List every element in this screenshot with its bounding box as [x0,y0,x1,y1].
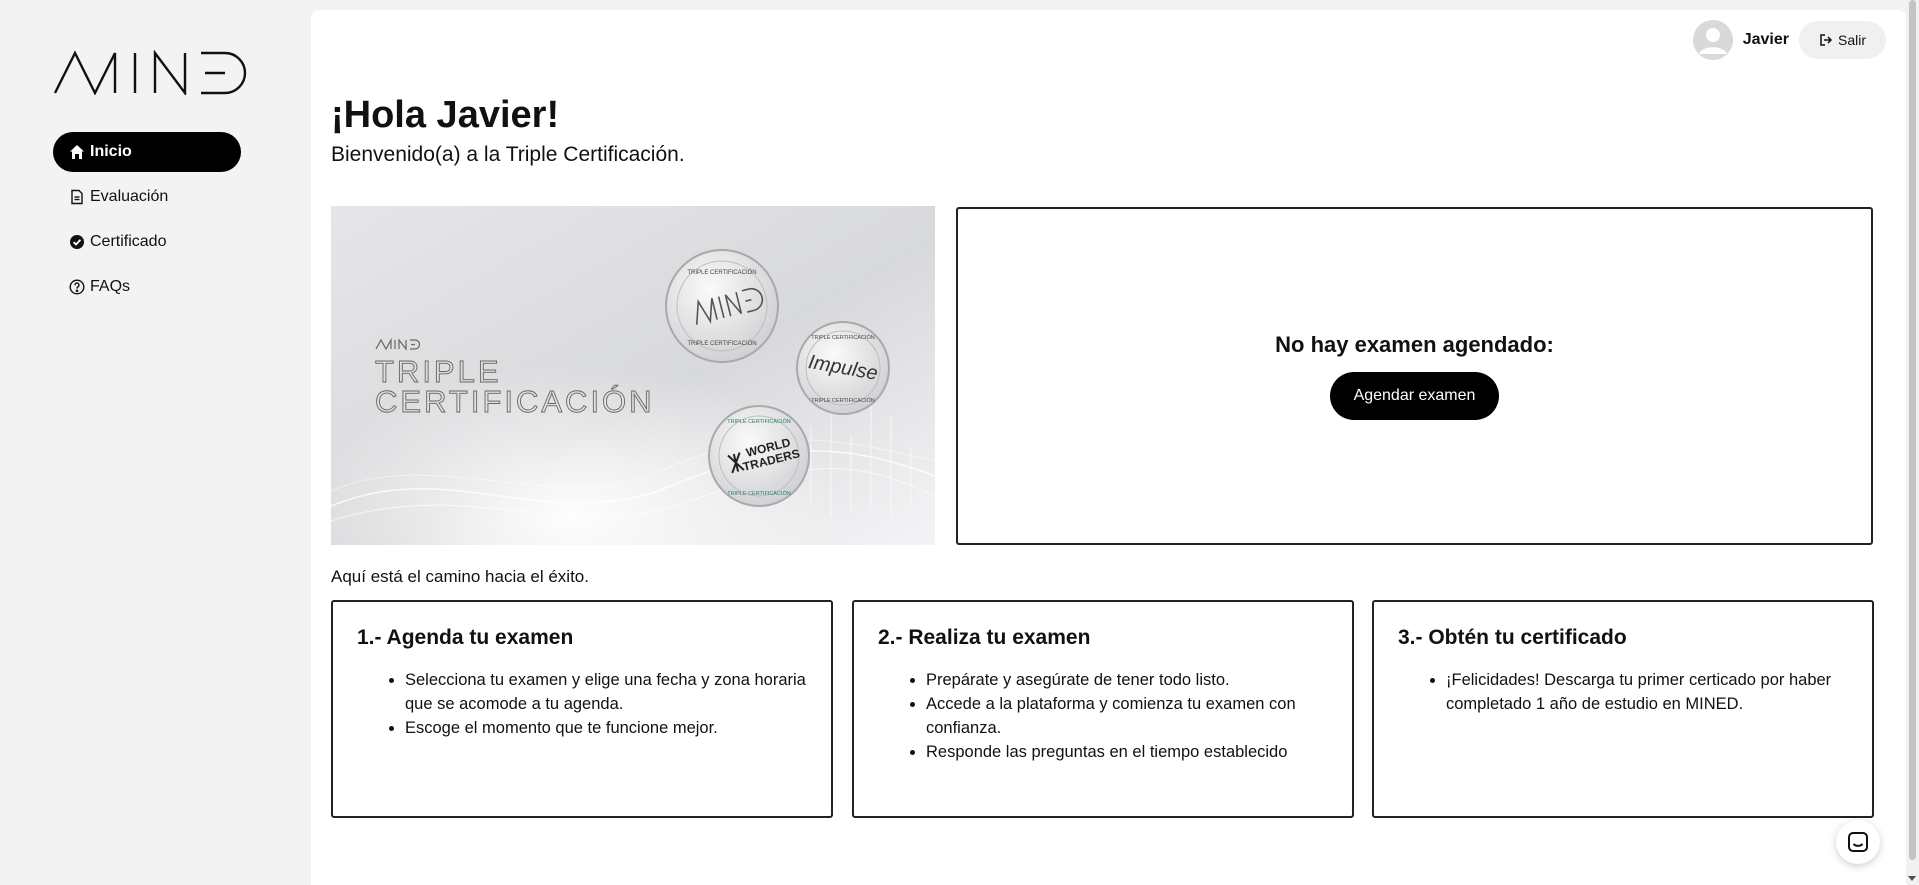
logout-icon [1820,34,1833,46]
svg-text:TRIPLE CERTIFICACIÓN: TRIPLE CERTIFICACIÓN [811,397,874,404]
list-item: ¡Felicidades! Descarga tu primer certica… [1446,668,1848,716]
sidebar-item-evaluacion[interactable]: Evaluación [53,177,241,217]
step-card-2: 2.- Realiza tu examen Prepárate y asegúr… [852,600,1354,818]
svg-text:TRIPLE CERTIFICACIÓN: TRIPLE CERTIFICACIÓN [687,269,756,276]
document-icon [71,189,83,205]
exam-status-card: No hay examen agendado: Agendar examen [956,207,1873,545]
svg-text:TRIPLE CERTIFICACIÓN: TRIPLE CERTIFICACIÓN [687,340,756,347]
step-list: Selecciona tu examen y elige una fecha y… [357,668,807,740]
exam-status-title: No hay examen agendado: [1275,332,1554,357]
page-title: ¡Hola Javier! [331,94,560,136]
avatar[interactable] [1692,20,1733,60]
world-traders-seal: TRIPLE CERTIFICACIÓN TRIPLE CERTIFICACIÓ… [708,405,810,507]
step-card-3: 3.- Obtén tu certificado ¡Felicidades! D… [1372,600,1874,818]
sidebar: Inicio Evaluación Certificado FAQs [0,0,310,885]
svg-text:TRIPLE CERTIFICACIÓN: TRIPLE CERTIFICACIÓN [727,418,790,425]
triple-certification-banner: TRIPLE CERTIFICACIÓN TRIPLE CERTIFICACIÓ… [331,206,935,545]
sidebar-item-label: Evaluación [90,188,169,205]
svg-text:TRIPLE CERTIFICACIÓN: TRIPLE CERTIFICACIÓN [727,490,790,497]
home-icon [70,145,84,159]
path-intro: Aquí está el camino hacia el éxito. [331,567,589,586]
list-item: Accede a la plataforma y comienza tu exa… [926,692,1328,740]
impulse-seal: TRIPLE CERTIFICACIÓN TRIPLE CERTIFICACIÓ… [796,321,890,415]
list-item: Escoge el momento que te funcione mejor. [405,716,807,740]
list-item: Responde las preguntas en el tiempo esta… [926,740,1328,764]
sidebar-item-label: FAQs [90,278,131,295]
schedule-exam-button[interactable]: Agendar examen [1329,372,1500,420]
step-title: 2.- Realiza tu examen [878,626,1091,649]
logout-label: Salir [1837,32,1866,48]
page-subtitle: Bienvenido(a) a la Triple Certificación. [331,143,685,166]
scroll-down-arrow-icon[interactable] [1908,876,1916,881]
chat-launcher-button[interactable] [1836,820,1880,864]
user-icon [1692,20,1733,60]
main-panel: Javier Salir ¡Hola Javier! Bienvenido(a)… [311,10,1906,885]
step-title: 1.- Agenda tu examen [357,626,574,649]
sidebar-item-faqs[interactable]: FAQs [53,267,241,307]
page-scrollbar[interactable] [1906,0,1919,885]
sidebar-item-certificado[interactable]: Certificado [53,222,241,262]
mined-logo[interactable] [53,50,247,95]
check-circle-icon [70,235,84,249]
sidebar-nav: Inicio Evaluación Certificado FAQs [53,132,241,312]
user-name: Javier [1742,31,1789,48]
question-circle-icon [69,279,85,295]
user-bar: Javier Salir [1692,20,1886,60]
chat-icon [1848,832,1868,852]
svg-text:TRIPLE CERTIFICACIÓN: TRIPLE CERTIFICACIÓN [811,334,874,341]
step-list: ¡Felicidades! Descarga tu primer certica… [1398,668,1848,716]
list-item: Selecciona tu examen y elige una fecha y… [405,668,807,716]
mined-seal: TRIPLE CERTIFICACIÓN TRIPLE CERTIFICACIÓ… [665,249,779,363]
step-title: 3.- Obtén tu certificado [1398,626,1627,649]
sidebar-item-label: Certificado [90,233,167,250]
sidebar-item-label: Inicio [90,143,132,160]
scrollbar-thumb[interactable] [1909,0,1916,860]
list-item: Prepárate y asegúrate de tener todo list… [926,668,1328,692]
sidebar-item-inicio[interactable]: Inicio [53,132,241,172]
step-list: Prepárate y asegúrate de tener todo list… [878,668,1328,764]
svg-text:CERTIFICACIÓN: CERTIFICACIÓN [375,384,655,419]
logout-button[interactable]: Salir [1798,21,1886,59]
step-card-1: 1.- Agenda tu examen Selecciona tu exame… [331,600,833,818]
